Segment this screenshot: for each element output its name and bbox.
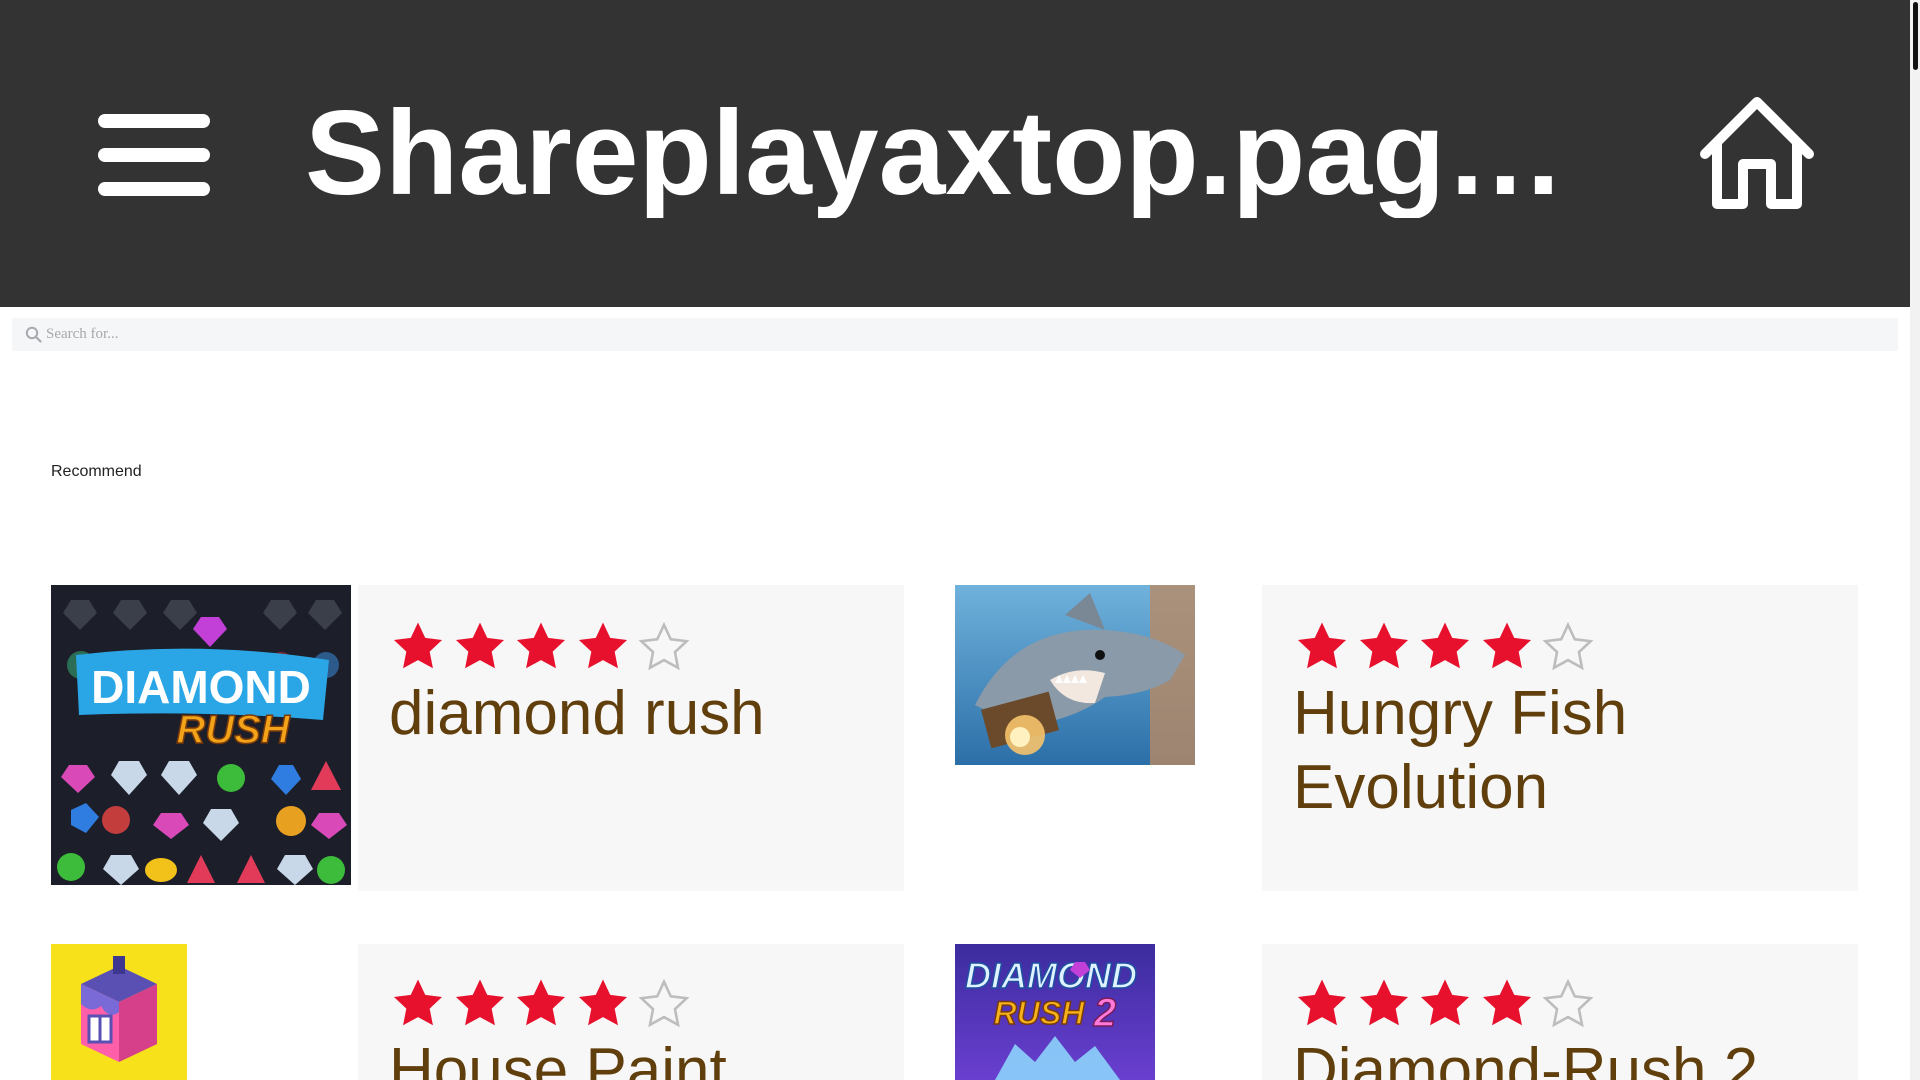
svg-text:RUSH: RUSH [994, 995, 1086, 1031]
rating-stars [1294, 619, 1602, 675]
star-filled-icon [516, 979, 566, 1026]
star-filled-icon [1482, 979, 1531, 1026]
star-filled-icon [1482, 622, 1531, 669]
game-thumbnail-hungry-fish-evolution[interactable] [955, 585, 1195, 765]
star-empty-icon [638, 621, 690, 671]
svg-text:2: 2 [1093, 991, 1116, 1035]
svg-text:DIAMOND: DIAMOND [91, 661, 311, 713]
star-filled-icon [1359, 622, 1408, 669]
home-icon[interactable] [1695, 92, 1819, 212]
star-empty-icon [638, 978, 690, 1028]
game-card-diamond-rush-2[interactable]: Diamond-Rush 2 [1262, 944, 1858, 1080]
star-empty-icon [1542, 978, 1594, 1028]
site-header: Shareplayaxtop.page… [0, 0, 1910, 307]
section-title-recommend: Recommend [51, 463, 142, 480]
star-filled-icon [1420, 979, 1470, 1026]
star-filled-icon [393, 622, 443, 669]
star-filled-icon [1420, 622, 1470, 669]
game-thumbnail-diamond-rush-2[interactable]: DIAMOND RUSH 2 [955, 944, 1155, 1080]
rating-stars [390, 976, 698, 1032]
rating-stars [1294, 976, 1602, 1032]
game-title[interactable]: Diamond-Rush 2 [1293, 1034, 1833, 1080]
game-title[interactable]: diamond rush [389, 677, 909, 751]
page-scrollbar[interactable] [1910, 0, 1920, 1080]
game-title[interactable]: House Paint [389, 1034, 904, 1080]
rating-stars [390, 619, 698, 675]
game-title[interactable]: Hungry Fish Evolution [1293, 677, 1833, 825]
star-filled-icon [578, 979, 627, 1026]
site-title[interactable]: Shareplayaxtop.page… [305, 88, 1575, 218]
star-filled-icon [393, 979, 443, 1026]
hamburger-menu-icon[interactable] [98, 112, 210, 198]
game-card-house-paint[interactable]: House Paint [358, 944, 904, 1080]
star-empty-icon [1542, 621, 1594, 671]
search-input[interactable] [46, 318, 1886, 351]
search-bar [12, 318, 1898, 351]
search-icon[interactable] [25, 326, 42, 343]
svg-text:RUSH: RUSH [176, 708, 290, 752]
star-filled-icon [1297, 979, 1347, 1026]
game-card-diamond-rush[interactable]: diamond rush [358, 585, 904, 891]
star-filled-icon [455, 979, 504, 1026]
star-filled-icon [1359, 979, 1408, 1026]
game-thumbnail-house-paint[interactable] [51, 944, 187, 1080]
game-thumbnail-diamond-rush[interactable]: DIAMOND RUSH [51, 585, 351, 885]
game-card-hungry-fish-evolution[interactable]: Hungry Fish Evolution [1262, 585, 1858, 891]
star-filled-icon [516, 622, 566, 669]
star-filled-icon [455, 622, 504, 669]
scrollbar-thumb[interactable] [1913, 2, 1918, 70]
svg-text:DIAMOND: DIAMOND [965, 955, 1137, 996]
star-filled-icon [1297, 622, 1347, 669]
star-filled-icon [578, 622, 627, 669]
